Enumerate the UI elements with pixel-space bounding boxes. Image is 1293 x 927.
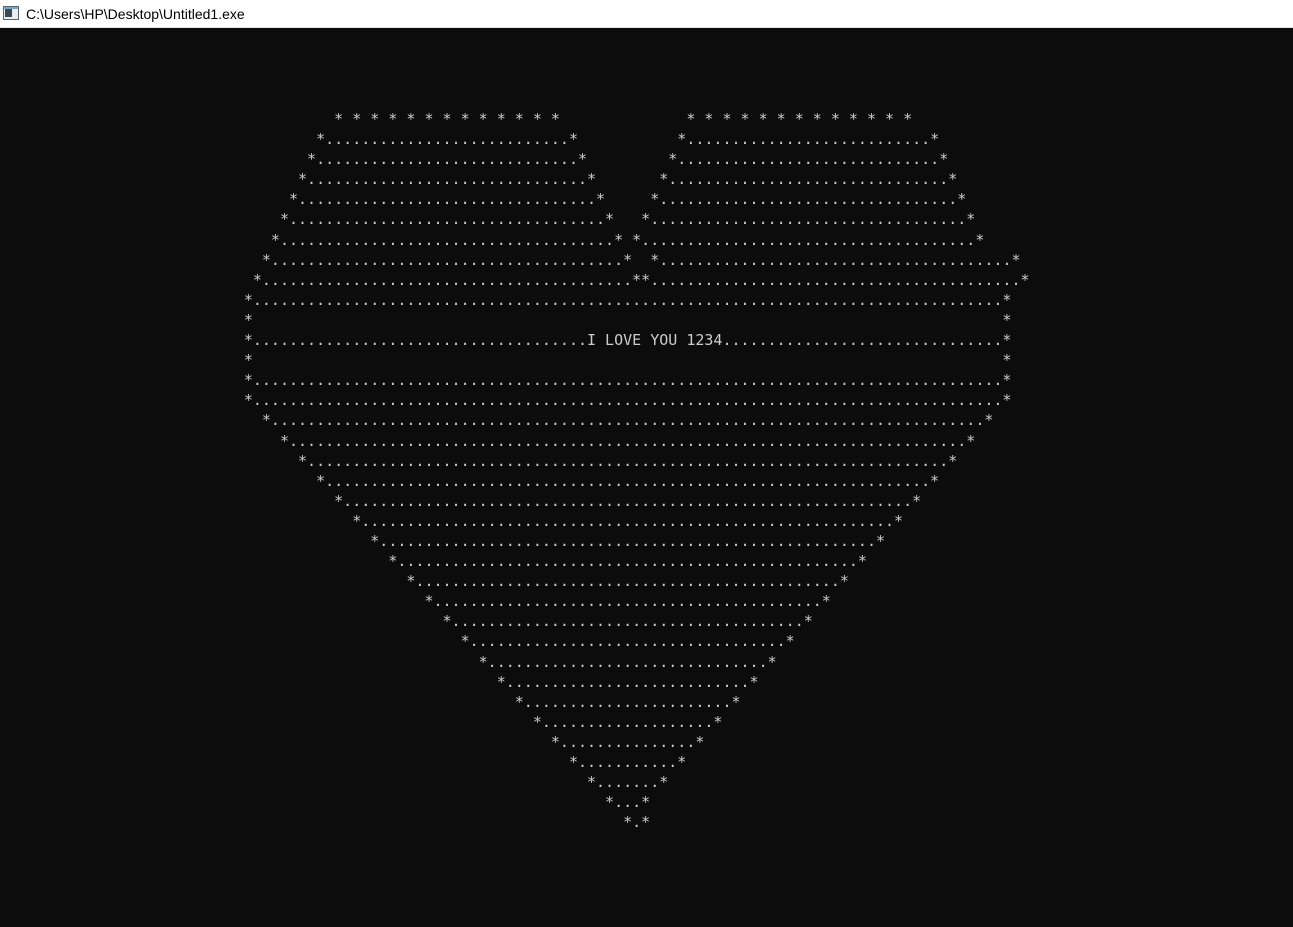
console-line: * * * * * * * * * * * * * * * * * * * * … xyxy=(0,110,913,128)
console-line: *.......................................… xyxy=(0,572,849,591)
console-line: *...............* xyxy=(0,732,705,751)
console-line: *.......................* xyxy=(0,692,741,711)
console-line: *...........................* *.........… xyxy=(0,130,940,149)
console-line: *.......................................… xyxy=(0,431,976,450)
console-line: *.......................................… xyxy=(0,552,867,571)
console-line: *...................................* xyxy=(0,632,795,651)
console-line: *.....................................I … xyxy=(0,331,1012,350)
console-line: * * xyxy=(0,351,1012,370)
console-line: *...............................* xyxy=(0,652,777,671)
console-line: *...........* xyxy=(0,753,687,771)
console-line: *...............................* *.....… xyxy=(0,170,958,189)
console-line: *.......* xyxy=(0,773,669,792)
console-line: *.......................................… xyxy=(0,290,1012,309)
console-output: * * * * * * * * * * * * * * * * * * * * … xyxy=(0,109,1030,832)
console-line: *...........................* xyxy=(0,672,759,691)
console-line: *.* xyxy=(0,813,651,832)
console-line: *.......................................… xyxy=(0,612,813,631)
console-area[interactable]: * * * * * * * * * * * * * * * * * * * * … xyxy=(0,29,1293,927)
console-line: *.......................................… xyxy=(0,471,940,490)
console-line: *.......................................… xyxy=(0,250,1021,269)
console-line: *.......................................… xyxy=(0,451,958,470)
console-line: *...* xyxy=(0,793,651,812)
console-line: *.......................................… xyxy=(0,411,994,430)
console-line: *...................* xyxy=(0,712,723,731)
console-line: *.....................................* … xyxy=(0,230,985,249)
console-line: *.......................................… xyxy=(0,391,1012,410)
console-line: *.......................................… xyxy=(0,531,886,550)
console-line: *.......................................… xyxy=(0,511,904,530)
console-line: *.......................................… xyxy=(0,592,831,611)
console-line: * * xyxy=(0,310,1012,329)
console-line: *.......................................… xyxy=(0,491,922,510)
title-bar[interactable]: C:\Users\HP\Desktop\Untitled1.exe xyxy=(0,0,1293,28)
console-window: C:\Users\HP\Desktop\Untitled1.exe * * * … xyxy=(0,0,1293,927)
window-title: C:\Users\HP\Desktop\Untitled1.exe xyxy=(26,6,245,22)
console-line: *.............................* *.......… xyxy=(0,150,949,169)
console-line: *.................................* *...… xyxy=(0,190,967,209)
console-line: *.......................................… xyxy=(0,371,1012,390)
console-line: *.......................................… xyxy=(0,270,1030,289)
console-line: *...................................* *.… xyxy=(0,210,976,229)
console-app-icon xyxy=(3,6,19,20)
